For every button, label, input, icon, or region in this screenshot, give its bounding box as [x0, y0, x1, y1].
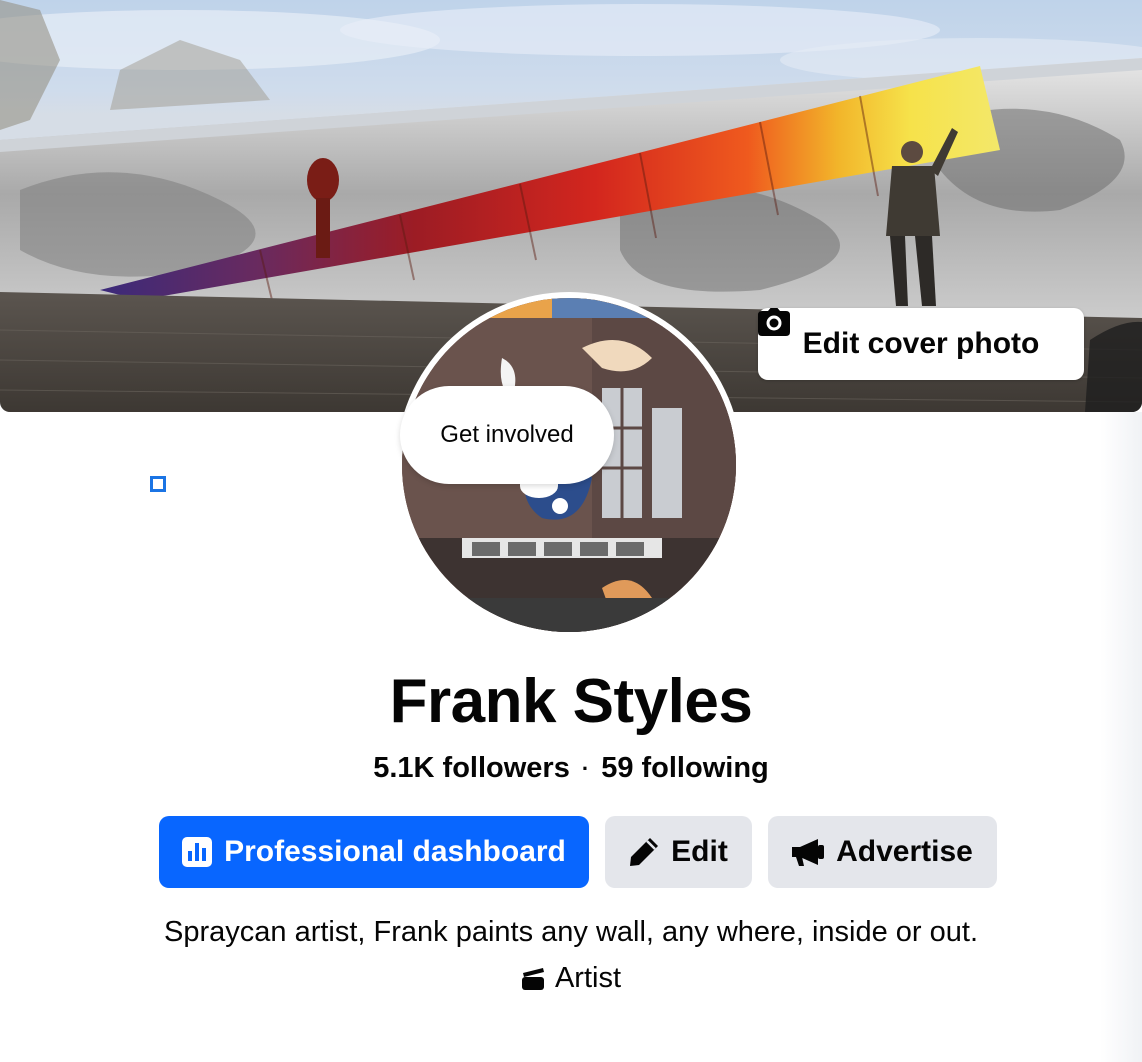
- stats-separator: ·: [581, 755, 590, 781]
- profile-category-label: Artist: [554, 962, 622, 994]
- edit-cover-photo-button[interactable]: Edit cover photo: [758, 308, 1084, 380]
- followers-link[interactable]: 5.1K followers: [373, 752, 570, 785]
- follow-stats: 5.1K followers · 59 following: [0, 752, 1142, 785]
- edit-cover-photo-label: Edit cover photo: [802, 327, 1040, 360]
- clapperboard-icon: [521, 967, 544, 990]
- get-involved-label: Get involved: [440, 421, 574, 448]
- camera-icon: [758, 308, 790, 336]
- professional-dashboard-button[interactable]: Professional dashboard: [159, 816, 589, 888]
- profile-bio: Spraycan artist, Frank paints any wall, …: [164, 916, 978, 948]
- advertise-label: Advertise: [836, 835, 973, 868]
- professional-dashboard-label: Professional dashboard: [224, 835, 566, 868]
- get-involved-tooltip[interactable]: Get involved: [400, 386, 614, 484]
- profile-category: Artist: [0, 962, 1142, 995]
- pencil-icon: [630, 838, 659, 866]
- advertise-button[interactable]: Advertise: [768, 816, 997, 888]
- edit-profile-button[interactable]: Edit: [605, 816, 752, 888]
- profile-name: Frank Styles: [389, 667, 753, 736]
- following-link[interactable]: 59 following: [601, 752, 769, 785]
- focus-marker: [150, 476, 166, 492]
- megaphone-icon: [792, 839, 825, 866]
- bar-chart-icon: [182, 837, 213, 867]
- edit-profile-label: Edit: [671, 835, 728, 868]
- tooltip-dot: [552, 498, 568, 514]
